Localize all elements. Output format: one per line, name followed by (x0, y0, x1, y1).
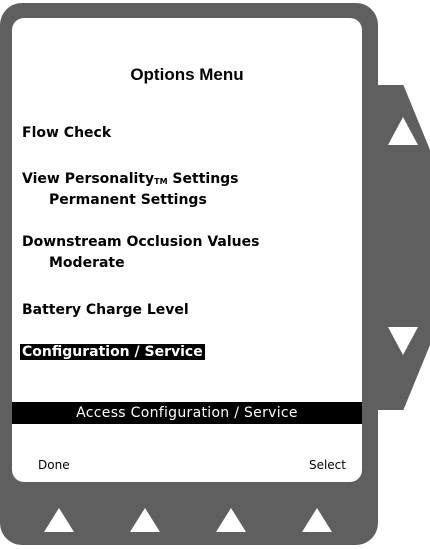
menu-item-configuration-service[interactable]: Configuration / Service (20, 342, 205, 363)
menu-item-label: View PersonalityTM Settings (22, 171, 239, 187)
menu-item-battery-level[interactable]: Battery Charge Level (22, 300, 189, 321)
menu-item-label: Downstream Occlusion Values (22, 234, 260, 250)
up-arrow-icon[interactable] (388, 117, 418, 145)
menu-item-personality-settings[interactable]: View PersonalityTM Settings Permanent Se… (22, 169, 239, 211)
display-screen: Options Menu Flow Check View Personality… (12, 18, 362, 482)
softkey-3-button[interactable] (216, 508, 246, 532)
menu-item-value: Permanent Settings (49, 192, 207, 208)
menu-item-flow-check[interactable]: Flow Check (22, 123, 111, 144)
softkey-label-select: Select (308, 458, 346, 472)
trademark-mark: TM (154, 177, 168, 186)
softkey-4-button[interactable] (302, 508, 332, 532)
menu-item-label: Battery Charge Level (22, 302, 189, 318)
softkey-label-done: Done (38, 458, 70, 472)
menu-item-label: Configuration / Service (20, 344, 205, 360)
down-arrow-icon[interactable] (388, 327, 418, 355)
menu-item-label: Flow Check (22, 125, 112, 141)
menu-item-occlusion-values[interactable]: Downstream Occlusion Values Moderate (22, 232, 259, 274)
menu-title: Options Menu (130, 65, 244, 84)
softkey-2-button[interactable] (130, 508, 160, 532)
menu-item-value: Moderate (49, 255, 125, 271)
softkey-1-button[interactable] (44, 508, 74, 532)
status-bar: Access Configuration / Service (12, 402, 362, 424)
